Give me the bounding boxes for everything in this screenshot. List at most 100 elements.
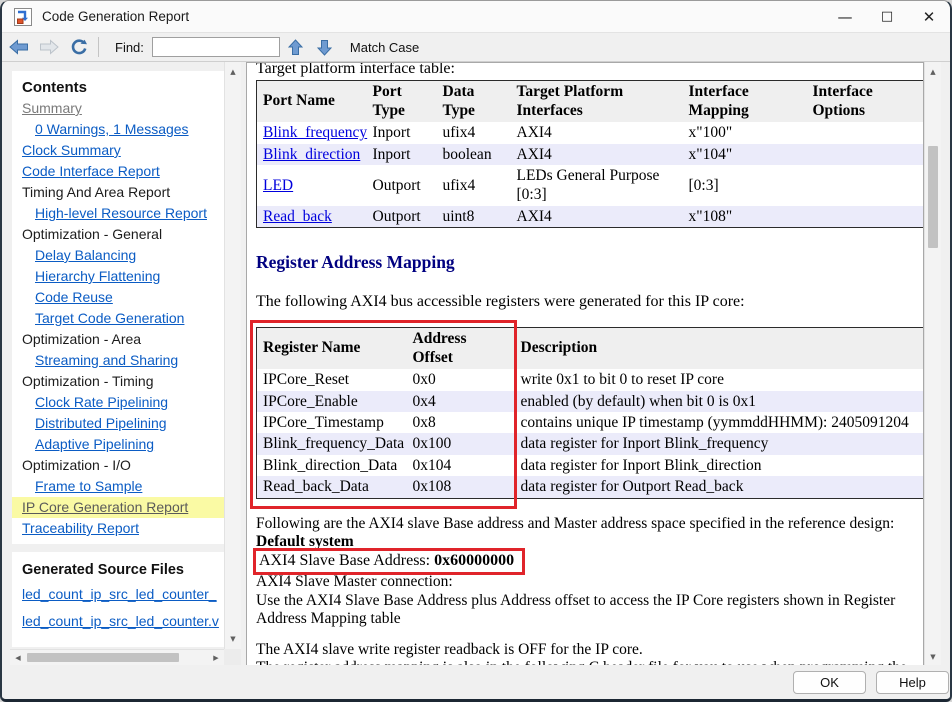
cell-data-type: uint8 [437, 206, 511, 228]
cell-address-offset: 0x8 [407, 412, 515, 433]
sidebar-item-delay-balancing[interactable]: Delay Balancing [22, 245, 214, 266]
find-next-icon[interactable] [312, 37, 338, 57]
cell-register-name: IPCore_Timestamp [257, 412, 407, 433]
cell-mapping: x"108" [683, 206, 807, 228]
sidebar-item-clock-rate-pipelining[interactable]: Clock Rate Pipelining [22, 392, 214, 413]
scroll-right-icon[interactable]: ▶ [208, 650, 224, 665]
table-header-row: Port Name Port Type Data Type Target Pla… [257, 81, 925, 123]
sidebar-item-warnings-messages[interactable]: 0 Warnings, 1 Messages [22, 119, 214, 140]
scrollbar-corner [224, 649, 241, 665]
port-link[interactable]: Read_back [263, 208, 332, 225]
table-row: Read_back Outport uint8 AXI4 x"108" [257, 206, 925, 228]
contents-heading: Contents [22, 77, 214, 98]
cell-register-name: IPCore_Enable [257, 391, 407, 412]
readback-text: The AXI4 slave write register readback i… [256, 641, 914, 660]
sidebar-item-hierarchy-flattening[interactable]: Hierarchy Flattening [22, 266, 214, 287]
refresh-icon[interactable] [66, 37, 92, 57]
cell-options [807, 144, 925, 165]
usage-text: Use the AXI4 Slave Base Address plus Add… [256, 592, 918, 629]
scroll-up-icon[interactable]: ▲ [925, 64, 941, 80]
scroll-up-icon[interactable]: ▲ [225, 64, 241, 80]
match-case-toggle[interactable]: Match Case [350, 40, 419, 55]
sidebar-item-streaming-and-sharing[interactable]: Streaming and Sharing [22, 350, 214, 371]
cell-address-offset: 0x104 [407, 455, 515, 476]
table-row: IPCore_Enable 0x4 enabled (by default) w… [257, 391, 925, 412]
cell-options [807, 206, 925, 228]
find-previous-icon[interactable] [283, 37, 309, 57]
table-row: Blink_direction Inport boolean AXI4 x"10… [257, 144, 925, 165]
scroll-down-icon[interactable]: ▼ [225, 631, 241, 647]
generated-source-files-panel: Generated Source Files led_count_ip_src_… [12, 552, 224, 647]
window-title: Code Generation Report [42, 9, 189, 24]
cell-mapping: x"104" [683, 144, 807, 165]
column-header: Port Type [367, 81, 437, 123]
find-input[interactable] [152, 37, 280, 57]
column-header: Target Platform Interfaces [511, 81, 683, 123]
vertical-scroll-thumb[interactable] [928, 146, 938, 248]
cell-description: data register for Inport Blink_direction [515, 455, 925, 476]
sidebar-item-clock-summary[interactable]: Clock Summary [22, 140, 214, 161]
close-button[interactable]: ✕ [908, 2, 950, 32]
reference-design-text: Following are the AXI4 slave Base addres… [256, 515, 914, 534]
sidebar-item-traceability-report[interactable]: Traceability Report [22, 518, 214, 539]
sidebar-item-optimization-timing: Optimization - Timing [22, 371, 214, 392]
generated-file-link[interactable]: led_count_ip_src_led_counter.v [22, 608, 214, 635]
master-connection-text: AXI4 Slave Master connection: [256, 573, 914, 592]
column-header: Port Name [257, 81, 367, 123]
toolbar-separator [98, 37, 99, 57]
cell-port-type: Outport [367, 206, 437, 228]
column-header: Register Name [257, 328, 407, 370]
sidebar-item-adaptive-pipelining[interactable]: Adaptive Pipelining [22, 434, 214, 455]
back-icon[interactable] [6, 37, 32, 57]
sidebar-vertical-scrollbar[interactable]: ▲ ▼ [224, 62, 241, 649]
maximize-button[interactable]: □ [866, 2, 908, 32]
sidebar-item-high-level-resource[interactable]: High-level Resource Report [22, 203, 214, 224]
cell-description: enabled (by default) when bit 0 is 0x1 [515, 391, 925, 412]
sidebar-item-frame-to-sample[interactable]: Frame to Sample [22, 476, 214, 497]
generated-file-link[interactable]: led_count_ip_src_led_counter_ [22, 581, 214, 608]
cell-interfaces: AXI4 [511, 144, 683, 165]
cell-description: contains unique IP timestamp (yymmddHHMM… [515, 412, 925, 433]
table-row: IPCore_Reset 0x0 write 0x1 to bit 0 to r… [257, 369, 925, 390]
column-header: Address Offset [407, 328, 515, 370]
help-button[interactable]: Help [876, 671, 949, 694]
footer-bar: OK Help [2, 665, 950, 699]
sidebar-horizontal-scrollbar[interactable]: ◀ ▶ [10, 649, 224, 665]
sidebar-item-optimization-area: Optimization - Area [22, 329, 214, 350]
port-link[interactable]: LED [263, 177, 293, 194]
port-link[interactable]: Blink_frequency [263, 124, 367, 141]
sidebar-item-code-interface-report[interactable]: Code Interface Report [22, 161, 214, 182]
sidebar-item-distributed-pipelining[interactable]: Distributed Pipelining [22, 413, 214, 434]
register-table-intro: The following AXI4 bus accessible regist… [256, 292, 914, 311]
table-row: Blink_frequency_Data 0x100 data register… [257, 433, 925, 454]
port-link[interactable]: Blink_direction [263, 146, 360, 163]
sidebar-item-code-reuse[interactable]: Code Reuse [22, 287, 214, 308]
register-address-mapping-heading: Register Address Mapping [256, 252, 914, 273]
find-toolbar: Find: Match Case [2, 33, 950, 62]
table-row: Read_back_Data 0x108 data register for O… [257, 476, 925, 498]
cell-interfaces: AXI4 [511, 206, 683, 228]
scroll-down-icon[interactable]: ▼ [925, 649, 941, 665]
ok-button[interactable]: OK [793, 671, 866, 694]
sidebar-item-ip-core-generation-report[interactable]: IP Core Generation Report [12, 497, 224, 518]
forward-icon [36, 37, 62, 57]
content-vertical-scrollbar[interactable]: ▲ ▼ [924, 62, 941, 667]
cell-register-name: Blink_direction_Data [257, 455, 407, 476]
generated-source-files-heading: Generated Source Files [22, 559, 214, 581]
sidebar-item-summary[interactable]: Summary [22, 98, 214, 119]
cell-data-type: ufix4 [437, 165, 511, 206]
cell-port-type: Inport [367, 122, 437, 143]
column-header: Interface Mapping [683, 81, 807, 123]
minimize-button[interactable]: — [824, 2, 866, 32]
base-address-label: AXI4 Slave Base Address: [259, 552, 434, 569]
table-row: LED Outport ufix4 LEDs General Purpose [… [257, 165, 925, 206]
horizontal-scroll-thumb[interactable] [27, 653, 179, 662]
sidebar-item-target-code-generation[interactable]: Target Code Generation [22, 308, 214, 329]
cell-port-type: Inport [367, 144, 437, 165]
table-row: IPCore_Timestamp 0x8 contains unique IP … [257, 412, 925, 433]
cell-mapping: x"100" [683, 122, 807, 143]
scroll-left-icon[interactable]: ◀ [10, 650, 26, 665]
cell-data-type: boolean [437, 144, 511, 165]
body-area: Contents Summary 0 Warnings, 1 Messages … [2, 62, 950, 665]
base-address-annotation-box: AXI4 Slave Base Address: 0x60000000 [253, 548, 525, 575]
